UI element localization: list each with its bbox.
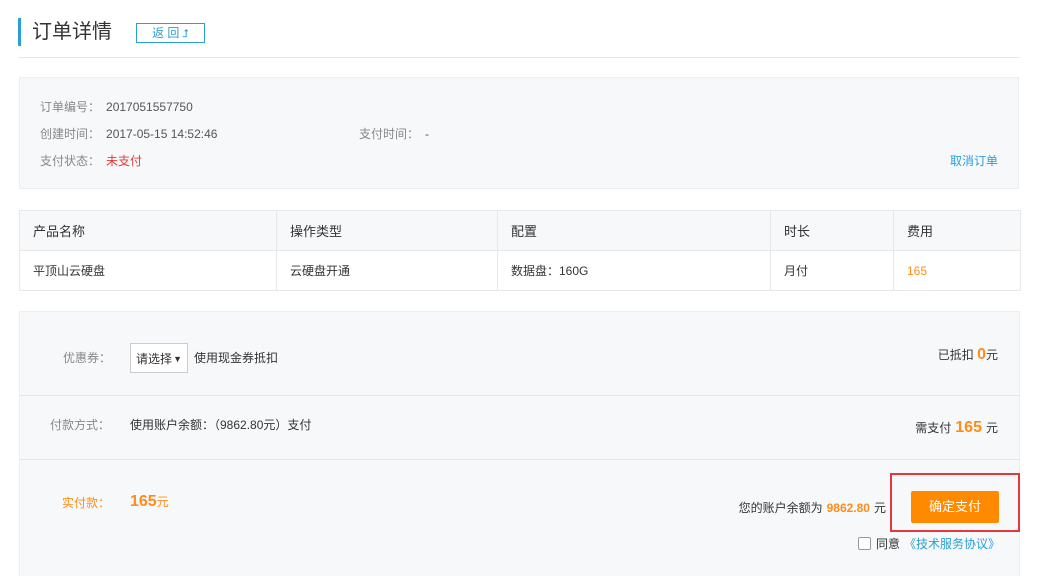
divider xyxy=(20,459,1019,460)
column-header-config: 配置 xyxy=(497,210,771,251)
cell-duration: 月付 xyxy=(770,250,894,291)
actual-payment-unit: 元 xyxy=(156,495,169,509)
created-time-row: 创建时间： 2017-05-15 14:52:46 xyxy=(40,126,217,142)
title-accent-bar xyxy=(18,18,21,46)
pay-time-row: 支付时间： - xyxy=(359,126,429,142)
order-number-label: 订单编号： xyxy=(40,100,101,114)
amount-due: 需支付 165 元 xyxy=(915,418,998,438)
pay-status-label: 支付状态： xyxy=(40,154,101,168)
cancel-order-link[interactable]: 取消订单 xyxy=(950,153,998,169)
payment-panel: 优惠券： 请选择 ▼ 使用现金券抵扣 已抵扣 0元 付款方式： 使用账户余额：（… xyxy=(19,311,1020,576)
confirm-payment-button[interactable]: 确定支付 xyxy=(911,491,999,523)
pay-time-value: - xyxy=(425,127,430,141)
back-button[interactable]: 返 回 ⮥ xyxy=(136,23,205,43)
account-balance: 您的账户余额为 9862.80 元 xyxy=(739,500,886,516)
cell-product-name: 平顶山云硬盘 xyxy=(19,250,277,291)
table-row: 平顶山云硬盘 云硬盘开通 数据盘：160G 月付 165 xyxy=(19,250,1021,291)
page-header: 订单详情 返 回 ⮥ xyxy=(18,17,1020,58)
coupon-select-value: 请选择 xyxy=(136,352,173,366)
amount-due-value: 165 xyxy=(955,419,982,436)
balance-value: 9862.80 xyxy=(826,501,870,515)
order-number-value: 2017051557750 xyxy=(106,100,193,114)
order-info-panel: 订单编号： 2017051557750 创建时间： 2017-05-15 14:52… xyxy=(19,77,1019,189)
back-button-label: 返 回 xyxy=(152,26,180,40)
cell-operation-type: 云硬盘开通 xyxy=(276,250,498,291)
service-agreement-link[interactable]: 《技术服务协议》 xyxy=(904,537,1000,551)
product-table: 产品名称 操作类型 配置 时长 费用 平顶山云硬盘 云硬盘开通 数据盘：160G… xyxy=(19,210,1021,291)
coupon-hint: 使用现金券抵扣 xyxy=(194,351,279,365)
payment-method-label: 付款方式： xyxy=(50,418,111,432)
table-header-row: 产品名称 操作类型 配置 时长 费用 xyxy=(19,210,1021,251)
actual-payment: 165元 xyxy=(130,492,169,512)
pay-time-label: 支付时间： xyxy=(359,127,420,141)
deducted-amount: 已抵扣 0元 xyxy=(938,345,998,365)
order-number-row: 订单编号： 2017051557750 xyxy=(40,99,193,115)
amount-due-prefix: 需支付 xyxy=(915,421,952,435)
created-time-label: 创建时间： xyxy=(40,127,101,141)
cell-config: 数据盘：160G xyxy=(497,250,771,291)
agree-checkbox[interactable] xyxy=(858,537,871,550)
created-time-value: 2017-05-15 14:52:46 xyxy=(106,127,218,141)
column-header-operation: 操作类型 xyxy=(276,210,498,251)
column-header-duration: 时长 xyxy=(770,210,894,251)
deducted-value: 0 xyxy=(977,346,986,363)
return-arrow-icon: ⮥ xyxy=(182,28,189,40)
column-header-fee: 费用 xyxy=(893,210,1021,251)
deducted-prefix: 已抵扣 xyxy=(937,348,974,362)
cell-fee: 165 xyxy=(893,250,1021,291)
page-title: 订单详情 xyxy=(32,21,112,43)
balance-unit: 元 xyxy=(873,501,886,515)
pay-status-row: 支付状态： 未支付 xyxy=(40,153,142,169)
payment-method-value: 使用账户余额：（9862.80元）支付 xyxy=(130,418,312,432)
agree-label: 同意 xyxy=(876,537,901,551)
column-header-product: 产品名称 xyxy=(19,210,277,251)
actual-payment-value: 165 xyxy=(130,493,157,510)
coupon-select[interactable]: 请选择 ▼ xyxy=(130,343,188,373)
pay-status-value: 未支付 xyxy=(106,154,143,168)
dropdown-arrow-icon: ▼ xyxy=(173,354,182,364)
amount-due-unit: 元 xyxy=(985,421,998,435)
agreement-row: 同意 《技术服务协议》 xyxy=(858,536,1000,552)
balance-prefix: 您的账户余额为 xyxy=(738,501,823,515)
deducted-unit: 元 xyxy=(985,348,998,362)
divider xyxy=(20,395,1019,396)
coupon-label: 优惠券： xyxy=(63,351,112,365)
actual-payment-label: 实付款： xyxy=(62,496,111,510)
